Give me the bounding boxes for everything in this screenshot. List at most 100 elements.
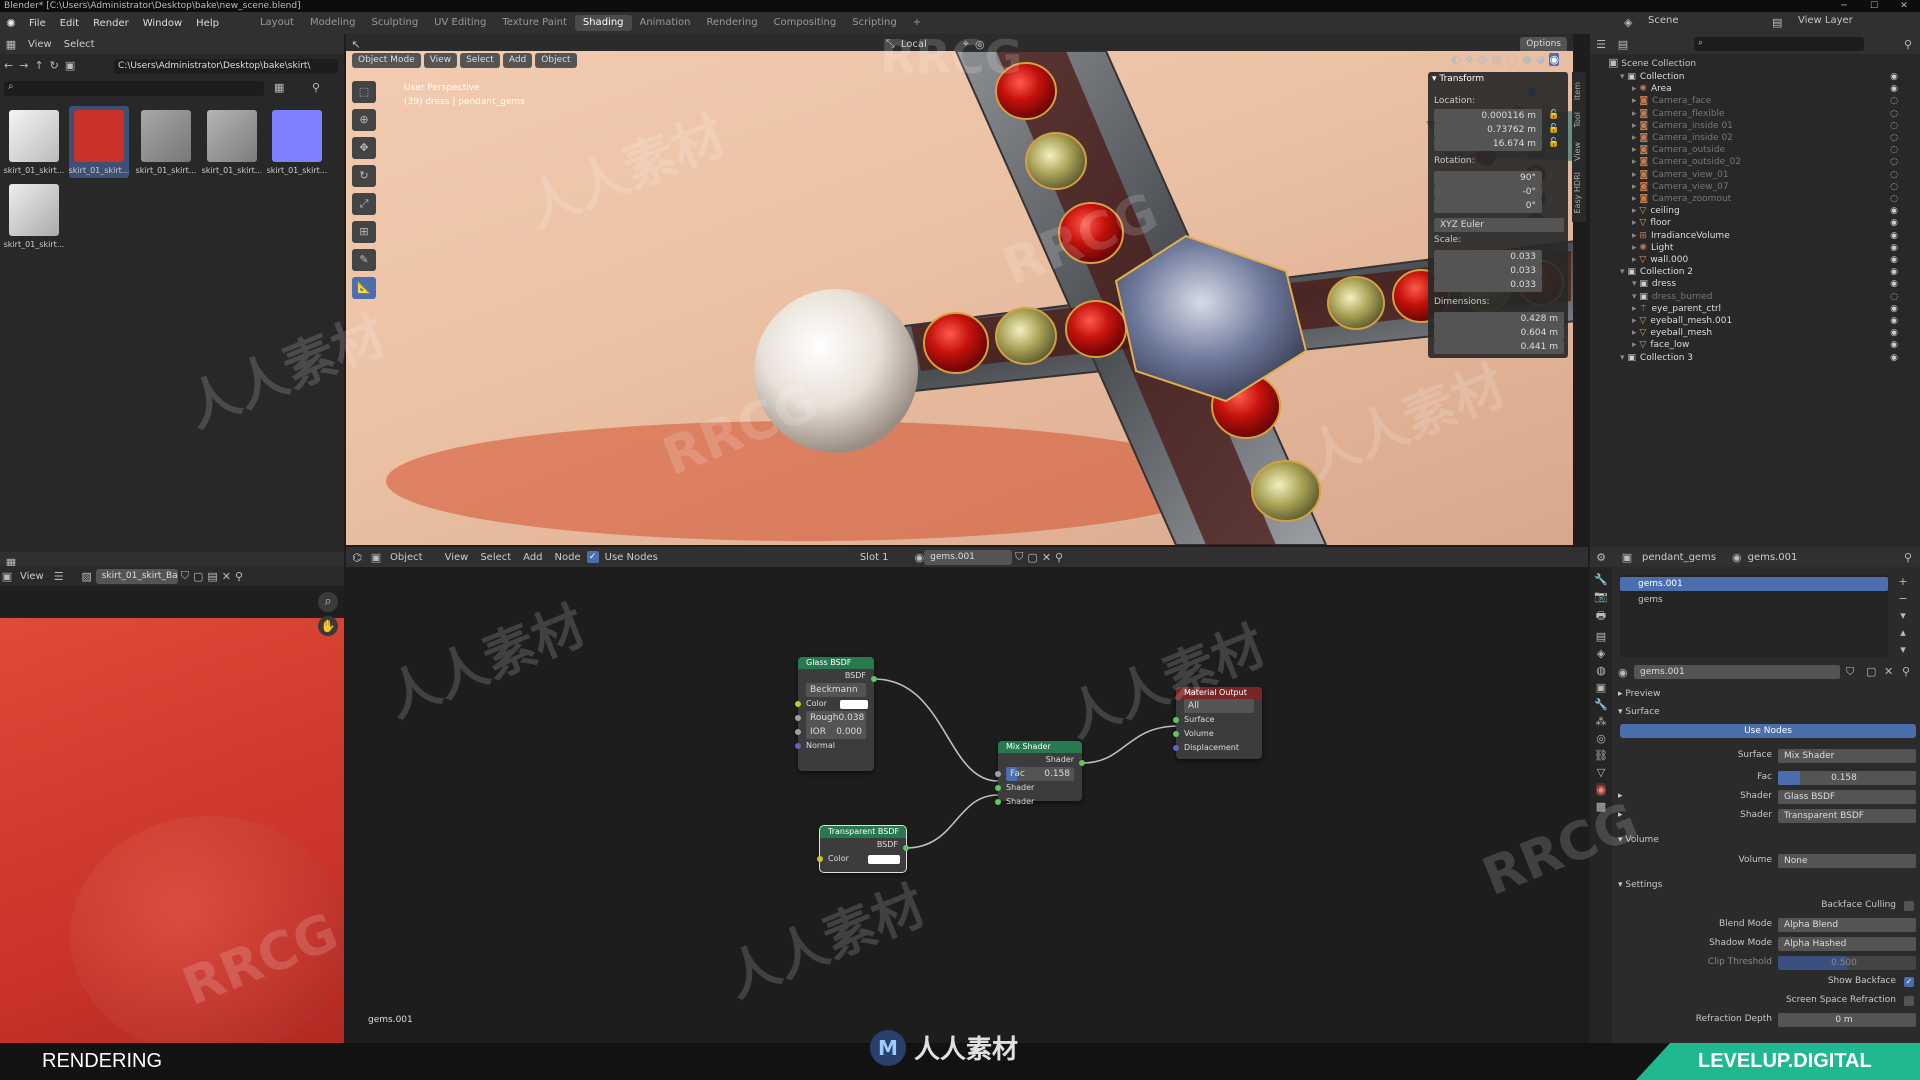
tab-uv-editing[interactable]: UV Editing	[426, 15, 494, 31]
outliner-row[interactable]: ▾ ▣ Collection 3 ◉	[1620, 351, 1908, 365]
scale-x-field[interactable]: 0.033	[1434, 250, 1542, 264]
expand-icon[interactable]: ▸	[1618, 810, 1623, 820]
dimensions-y-field[interactable]: 0.604 m	[1434, 326, 1564, 340]
use-nodes-button[interactable]: Use Nodes	[1620, 724, 1916, 738]
forward-icon[interactable]: →	[19, 59, 28, 75]
ssr-checkbox[interactable]	[1904, 996, 1914, 1006]
input-socket[interactable]	[1173, 745, 1179, 751]
particles-tab-icon[interactable]: ⁂	[1596, 715, 1607, 728]
snap-icon[interactable]: ⌖	[963, 37, 969, 51]
material-tab-icon[interactable]: ◉	[1596, 783, 1606, 796]
thumbnail[interactable]	[141, 110, 191, 162]
constraints-tab-icon[interactable]: ⛓	[1594, 749, 1608, 762]
tab-animation[interactable]: Animation	[632, 15, 699, 31]
blender-logo-icon[interactable]: ✺	[0, 17, 22, 30]
material-slot[interactable]: gems	[1620, 593, 1888, 607]
move-down-icon[interactable]: ▾	[1894, 643, 1912, 656]
tab-shading[interactable]: Shading	[574, 15, 632, 31]
display-mode-icon[interactable]: ▤	[1612, 38, 1634, 51]
move-up-icon[interactable]: ▴	[1894, 626, 1912, 639]
material-datablock-field[interactable]: gems.001	[1634, 665, 1840, 679]
input-socket[interactable]	[995, 799, 1001, 805]
slot-dropdown[interactable]: Slot 1	[854, 552, 895, 563]
volume-field[interactable]: None	[1778, 854, 1916, 868]
minimize-button[interactable]: ─	[1832, 0, 1856, 12]
shader1-field[interactable]: Glass BSDF	[1778, 790, 1916, 804]
file-select-menu[interactable]: Select	[58, 39, 101, 50]
physics-tab-icon[interactable]: ◎	[1596, 732, 1606, 745]
color-swatch[interactable]	[840, 700, 868, 709]
shader2-field[interactable]: Transparent BSDF	[1778, 809, 1916, 823]
render-tab-icon[interactable]: 📷	[1594, 590, 1608, 603]
image-view-menu[interactable]: View	[14, 571, 50, 582]
location-z-field[interactable]: 16.674 m	[1434, 137, 1542, 151]
fake-user-icon[interactable]: ⛉	[1846, 665, 1854, 679]
node-select-menu[interactable]: Select	[474, 552, 517, 563]
tab-tool[interactable]: Tool	[1573, 112, 1582, 128]
close-button[interactable]: ✕	[1892, 0, 1916, 12]
ior-field[interactable]: IOR 0.000	[806, 725, 866, 739]
image-name-field[interactable]: skirt_01_skirt_Base...	[95, 568, 178, 584]
thumbnail[interactable]	[74, 110, 124, 162]
node-material-output[interactable]: Material Output All Surface Volume Displ…	[1173, 687, 1262, 759]
scale-z-field[interactable]: 0.033	[1434, 278, 1542, 292]
remove-slot-icon[interactable]: −	[1894, 592, 1912, 605]
lock-icon[interactable]: 🔓	[1548, 110, 1559, 120]
pan-hand-icon[interactable]: ✋	[318, 616, 338, 636]
add-slot-icon[interactable]: +	[1894, 575, 1912, 588]
dimensions-x-field[interactable]: 0.428 m	[1434, 312, 1564, 326]
zoom-icon[interactable]: ⌕	[318, 592, 338, 612]
node-add-menu[interactable]: Add	[517, 552, 548, 563]
fake-user-icon[interactable]: ⛉	[181, 569, 189, 583]
properties-editor-icon[interactable]: ⚙	[1590, 551, 1612, 564]
tab-layout[interactable]: Layout	[252, 15, 302, 31]
menu-file[interactable]: File	[22, 18, 53, 29]
unlink-icon[interactable]: ✕	[1884, 665, 1893, 678]
menu-render[interactable]: Render	[86, 18, 136, 29]
refresh-icon[interactable]: ↻	[50, 59, 59, 75]
color-swatch[interactable]	[868, 855, 900, 864]
material-slot-selected[interactable]: gems.001	[1620, 577, 1888, 591]
browse-icon[interactable]: ⚲	[1902, 665, 1910, 678]
pin-icon[interactable]: ⚲	[1904, 551, 1912, 564]
cursor-tool-icon[interactable]: ↖	[346, 38, 366, 51]
proportional-edit-icon[interactable]: ◎	[975, 38, 985, 51]
file-search-input[interactable]: ⌕	[4, 81, 264, 96]
maximize-button[interactable]: ☐	[1862, 0, 1886, 12]
pin-icon[interactable]: ⚲	[1055, 551, 1063, 564]
dimensions-z-field[interactable]: 0.441 m	[1434, 340, 1564, 354]
outliner-search-input[interactable]: ⌕	[1694, 37, 1864, 51]
fac-field[interactable]: Fac 0.158	[1006, 767, 1074, 781]
shader-type-dropdown[interactable]: Object	[384, 552, 429, 563]
backface-culling-checkbox[interactable]	[1904, 901, 1914, 911]
unlink-icon[interactable]: ✕	[1042, 551, 1051, 564]
preview-section[interactable]: ▸ Preview	[1618, 689, 1660, 699]
blend-mode-dropdown[interactable]: Alpha Blend	[1778, 918, 1916, 932]
lock-icon[interactable]: 🔓	[1548, 124, 1559, 134]
volume-section[interactable]: ▾ Volume	[1618, 835, 1659, 845]
output-socket[interactable]	[871, 676, 877, 682]
editor-type-icon[interactable]: ▦	[0, 38, 22, 51]
new-material-icon[interactable]: ▢	[1027, 551, 1037, 564]
menu-icon[interactable]: ☰	[50, 570, 68, 583]
lock-icon[interactable]: 🔓	[1548, 138, 1559, 148]
menu-help[interactable]: Help	[189, 18, 226, 29]
refraction-depth-field[interactable]: 0 m	[1778, 1013, 1916, 1027]
surface-shader-field[interactable]: Mix Shader	[1778, 749, 1916, 763]
tab-easy-hdri[interactable]: Easy HDRI	[1573, 172, 1582, 214]
settings-section[interactable]: ▾ Settings	[1618, 880, 1662, 890]
view-layer-name[interactable]: View Layer	[1798, 15, 1853, 26]
use-nodes-checkbox[interactable]: ✓	[586, 551, 599, 563]
tab-item[interactable]: Item	[1573, 82, 1582, 100]
rotation-y-field[interactable]: -0°	[1434, 185, 1542, 199]
tab-view[interactable]: View	[1573, 142, 1582, 161]
tab-texture-paint[interactable]: Texture Paint	[494, 15, 575, 31]
location-x-field[interactable]: 0.000116 m	[1434, 109, 1542, 123]
output-socket[interactable]	[1079, 760, 1085, 766]
parent-dir-icon[interactable]: ↑	[34, 59, 43, 75]
roughness-field[interactable]: Rough 0.038	[806, 711, 866, 725]
open-image-icon[interactable]: ▤	[207, 570, 217, 583]
rotation-mode-dropdown[interactable]: XYZ Euler	[1434, 218, 1564, 232]
input-socket[interactable]	[795, 729, 801, 735]
thumbnail[interactable]	[9, 184, 59, 236]
